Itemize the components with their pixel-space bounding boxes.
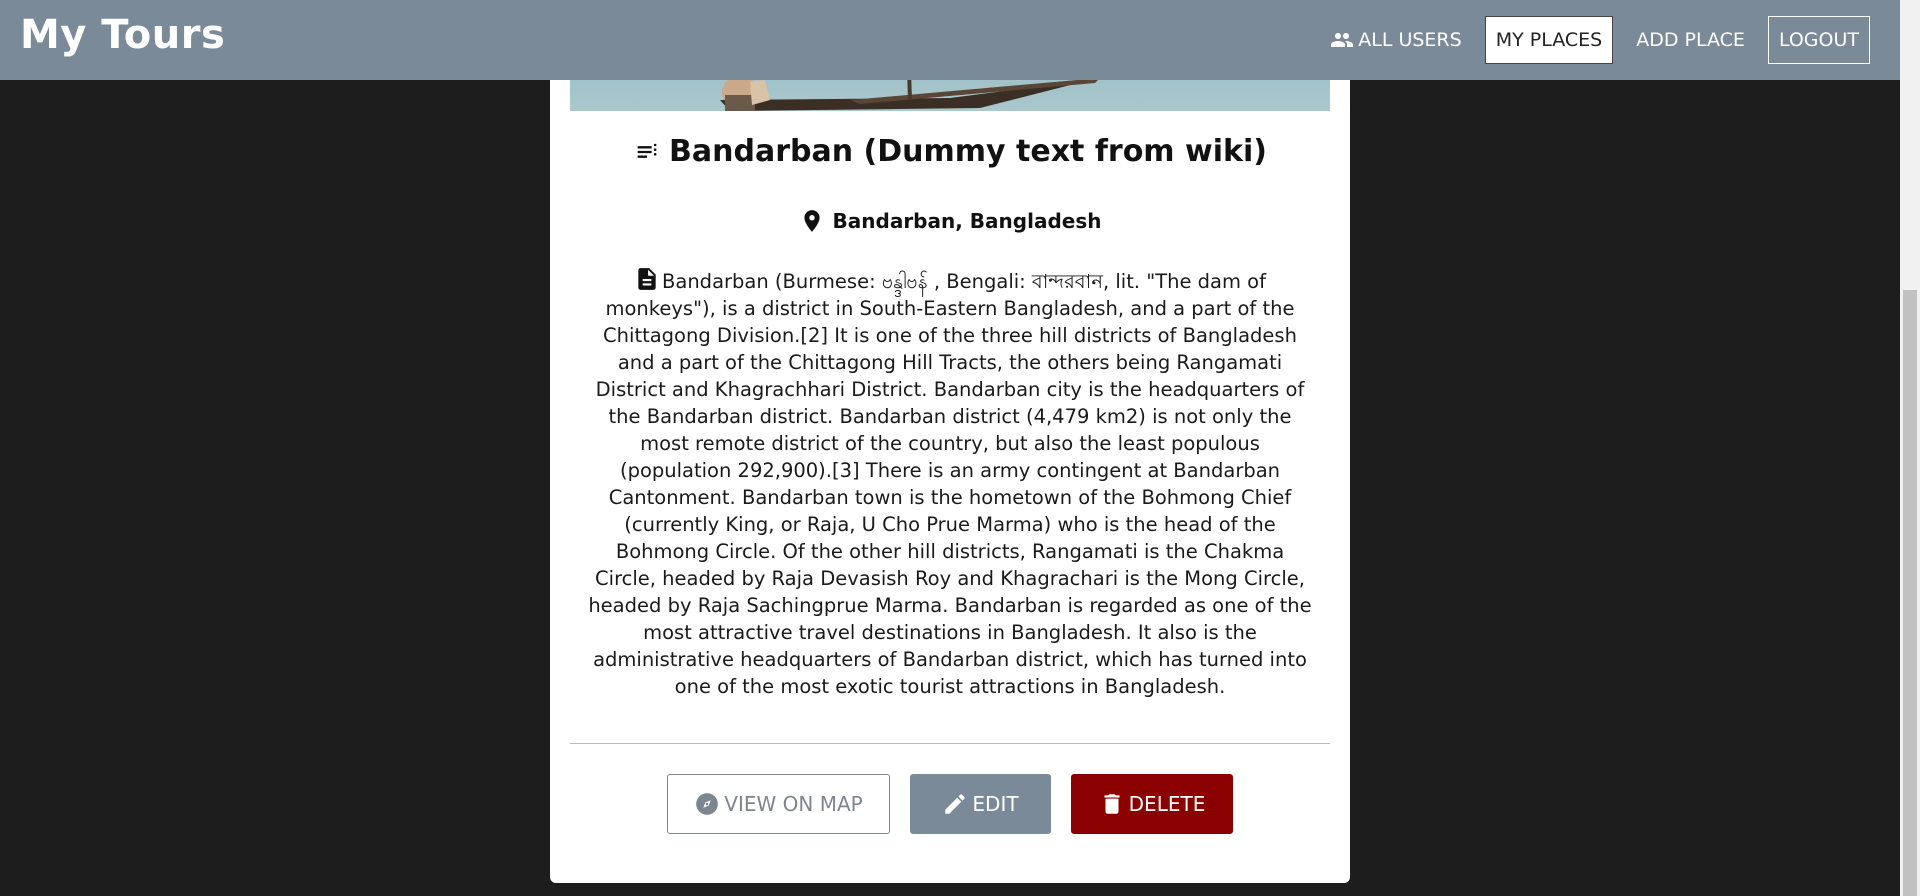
place-card: Bandarban (Dummy text from wiki) Bandarb… [550, 0, 1350, 883]
place-description-text: Bandarban (Burmese: ဗန္ဒါဗန် , Bengali: … [588, 270, 1312, 698]
delete-button[interactable]: DELETE [1071, 774, 1233, 834]
compass-icon [696, 793, 719, 815]
document-icon [638, 268, 656, 290]
place-title: Bandarban (Dummy text from wiki) [669, 134, 1267, 169]
logout-label: LOGOUT [1778, 29, 1859, 51]
pencil-icon [945, 794, 966, 814]
brand-title[interactable]: My Tours [20, 12, 225, 58]
nav-add-place[interactable]: ADD PLACE [1625, 16, 1756, 64]
place-location: Bandarban, Bangladesh [832, 209, 1102, 233]
edit-label: EDIT [972, 792, 1019, 816]
trash-icon [1104, 794, 1120, 814]
nav-add-place-label: ADD PLACE [1636, 29, 1745, 51]
delete-label: DELETE [1128, 792, 1206, 816]
card-divider [570, 743, 1330, 744]
view-on-map-label: VIEW ON MAP [724, 792, 863, 816]
nav-links: ALL USERS MY PLACES ADD PLACE LOGOUT [1307, 15, 1870, 65]
place-description: Bandarban (Burmese: ဗန္ဒါဗန် , Bengali: … [588, 266, 1312, 700]
people-icon [1331, 33, 1354, 47]
page: My Tours ALL USERS MY PLACES ADD PLACE L… [0, 0, 1920, 896]
nav-all-users-label: ALL USERS [1358, 29, 1462, 51]
edit-button[interactable]: EDIT [910, 774, 1051, 834]
logout-button[interactable]: LOGOUT [1767, 16, 1870, 64]
notes-icon [637, 143, 657, 158]
scrollbar-thumb[interactable] [1903, 290, 1917, 896]
nav-all-users[interactable]: ALL USERS [1319, 16, 1472, 64]
place-location-row: Bandarban, Bangladesh [550, 208, 1350, 234]
place-title-row: Bandarban (Dummy text from wiki) [550, 134, 1350, 169]
nav-my-places[interactable]: MY PLACES [1484, 16, 1614, 64]
location-pin-icon [803, 210, 820, 232]
nav-my-places-label: MY PLACES [1495, 29, 1603, 51]
page-scrollbar[interactable] [1900, 0, 1920, 896]
view-on-map-button[interactable]: VIEW ON MAP [667, 774, 890, 834]
card-actions: VIEW ON MAP EDIT DELETE [550, 774, 1350, 834]
top-navbar: My Tours ALL USERS MY PLACES ADD PLACE L… [0, 0, 1900, 80]
